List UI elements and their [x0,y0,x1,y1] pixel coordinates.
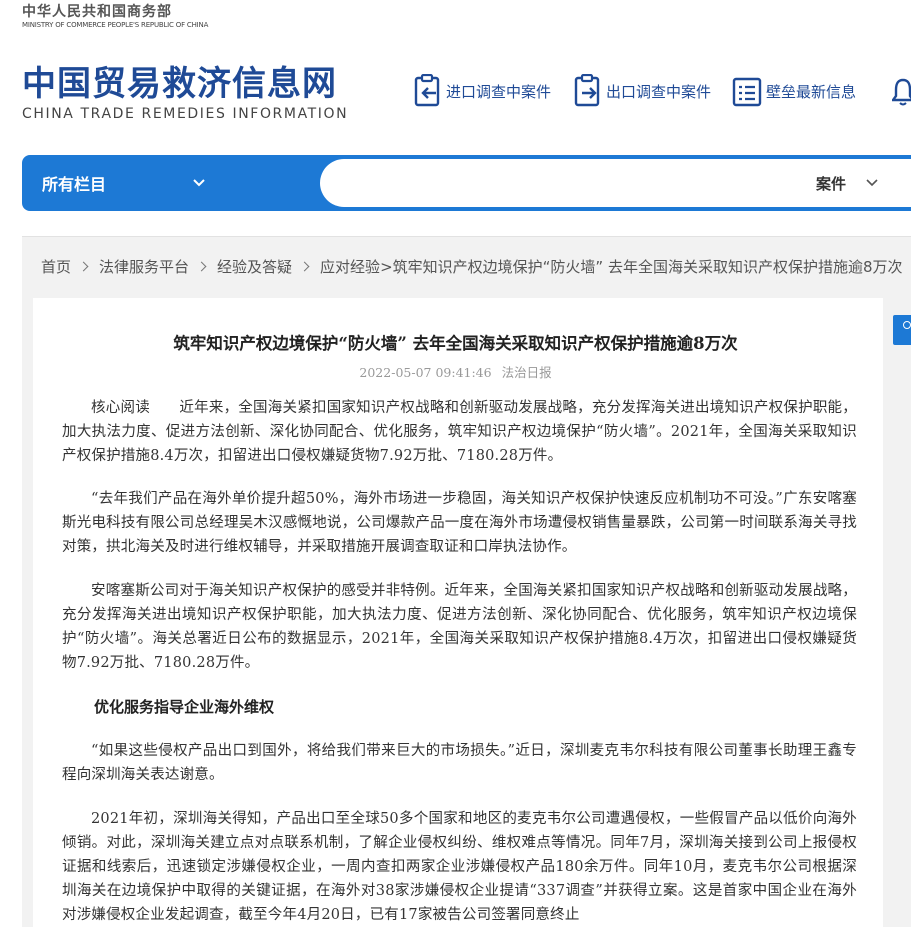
article-meta: 2022-05-07 09:41:46 法治日报 [0,362,911,381]
article-datetime: 2022-05-07 09:41:46 [359,365,492,380]
site-title-en: CHINA TRADE REMEDIES INFORMATION [22,106,349,122]
article-paragraph: 核心阅读 近年来，全国海关紧扣国家知识产权战略和创新驱动发展战略，充分发挥海关进… [62,400,857,464]
quick-link-export-cases[interactable]: 出口调查中案件 [572,74,711,108]
barrier-news-icon [732,77,762,107]
article-paragraph: “如果这些侵权产品出口到国外，将给我们带来巨大的市场损失。”近日，深圳麦克韦尔科… [62,743,857,783]
quick-link-import-cases[interactable]: 进口调查中案件 [412,74,551,108]
quick-link-barrier-news[interactable]: 壁垒最新信息 [732,74,856,108]
breadcrumb-home[interactable]: 首页 [41,256,71,277]
breadcrumb-legal-service[interactable]: 法律服务平台 [99,256,189,277]
breadcrumb-current: >筑牢知识产权边境保护“防火墙” 去年全国海关采取知识产权保护措施逾8万次 [380,257,903,276]
ministry-name-en: MINISTRY OF COMMERCE PEOPLE'S REPUBLIC O… [22,21,209,29]
import-case-icon [414,74,440,107]
all-columns-label: 所有栏目 [42,175,107,194]
chevron-down-icon [193,179,205,187]
nav-bar: 所有栏目 案件 [22,155,911,211]
search-input[interactable] [330,165,794,203]
ministry-name-cn: 中华人民共和国商务部 [22,4,172,20]
article-paragraph: 安喀塞斯公司对于海关知识产权保护的感受并非特例。近年来，全国海关紧扣国家知识产权… [62,583,857,671]
chevron-right-icon [78,261,89,271]
export-case-icon [574,74,600,107]
quick-link-label: 壁垒最新信息 [766,82,857,101]
breadcrumb-experience-qa[interactable]: 经验及答疑 [217,256,292,277]
search-box: 案件 [320,159,911,207]
article-subheading: 优化服务指导企业海外维权 [94,698,275,716]
article-paragraph: 2021年初，深圳海关得知，产品出口至全球50多个国家和地区的麦克韦尔公司遭遇侵… [62,811,857,923]
ministry-logo[interactable]: 中华人民共和国商务部 MINISTRY OF COMMERCE PEOPLE'S… [22,3,208,30]
site-logo[interactable]: 中国贸易救济信息网 CHINA TRADE REMEDIES INFORMATI… [22,62,348,122]
search-scope-dropdown[interactable]: 案件 [816,159,878,207]
article-source: 法治日报 [501,365,552,380]
bell-icon[interactable] [892,74,911,108]
search-scope-label: 案件 [816,174,847,193]
breadcrumb: 首页 法律服务平台 经验及答疑 应对经验 >筑牢知识产权边境保护“防火墙” 去年… [41,254,911,278]
side-tab-icon [903,321,911,329]
quick-link-label: 进口调查中案件 [446,82,552,101]
article-paragraph: “去年我们产品在海外单价提升超50%，海外市场进一步稳固，海关知识产权保护快速反… [62,491,857,555]
site-title-cn: 中国贸易救济信息网 [22,64,337,104]
all-columns-dropdown[interactable]: 所有栏目 [42,155,206,211]
quick-link-label: 出口调查中案件 [606,82,712,101]
chevron-down-icon [866,179,878,187]
article-title: 筑牢知识产权边境保护“防火墙” 去年全国海关采取知识产权保护措施逾8万次 [173,334,738,353]
breadcrumb-response-experience[interactable]: 应对经验 [320,256,380,277]
chevron-right-icon [299,261,310,271]
chevron-right-icon [196,261,207,271]
